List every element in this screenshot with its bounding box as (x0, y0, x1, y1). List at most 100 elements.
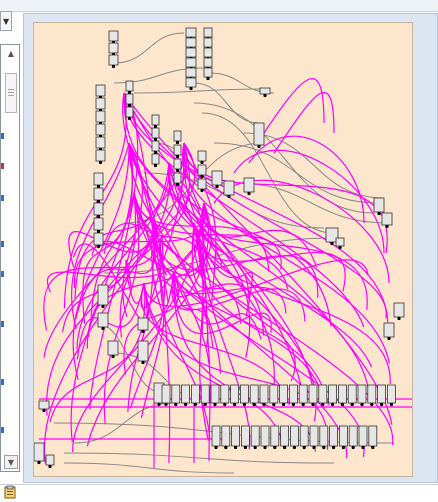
node-port (206, 76, 210, 81)
graph-node (185, 47, 197, 58)
graph-node (45, 454, 55, 466)
graph-node (197, 178, 207, 190)
graph-node (357, 384, 367, 404)
node-port (174, 402, 178, 407)
node-port (223, 402, 227, 407)
graph-node (93, 172, 104, 186)
graph-node (367, 384, 377, 404)
node-port (292, 445, 296, 450)
node-port (322, 445, 326, 450)
node-port (312, 445, 316, 450)
graph-node (230, 384, 240, 404)
node-port (200, 188, 204, 193)
graph-node (203, 37, 213, 48)
node-port (141, 360, 145, 365)
graph-node (298, 384, 308, 404)
panel-marker (1, 241, 4, 247)
graph-node (95, 149, 106, 162)
graph-node (125, 93, 134, 105)
graph-node (203, 67, 213, 78)
graph-node (335, 237, 345, 247)
graph-node (185, 57, 197, 68)
graph-node (200, 384, 210, 404)
node-port (387, 336, 391, 341)
graph-node (259, 87, 271, 95)
graph-node (173, 130, 182, 142)
clipboard-icon[interactable] (3, 485, 17, 499)
node-port (397, 316, 401, 321)
node-port (253, 445, 257, 450)
wire-secondary (63, 462, 235, 474)
node-port (330, 241, 334, 246)
graph-node (151, 114, 160, 126)
graph-node (279, 384, 289, 404)
node-port (227, 194, 231, 199)
node-port (111, 64, 116, 69)
node-port (331, 402, 335, 407)
node-port (157, 402, 161, 407)
node-port (234, 445, 238, 450)
node-port (338, 245, 342, 250)
node-port (360, 402, 364, 407)
graph-node (173, 158, 182, 170)
wire-secondary (193, 102, 375, 214)
graph-node (95, 110, 106, 123)
scrollbar-thumb[interactable] (5, 73, 17, 113)
graph-node (249, 384, 259, 404)
node-port (193, 402, 197, 407)
graph-node (210, 384, 220, 404)
graph-node (260, 425, 270, 447)
graph-node (373, 197, 385, 213)
panel-marker (1, 163, 4, 169)
graph-node (348, 425, 358, 447)
node-graph-canvas[interactable] (33, 22, 413, 477)
view-dropdown[interactable]: ▼ (0, 11, 12, 31)
node-port (283, 445, 287, 450)
node-port (96, 244, 101, 249)
left-side-panel: ▲ ▼ (0, 44, 20, 472)
node-port (243, 445, 247, 450)
node-port (101, 326, 105, 331)
node-port (184, 402, 188, 407)
node-port (48, 464, 52, 469)
scroll-down-button[interactable]: ▼ (4, 455, 18, 469)
panel-marker (1, 427, 4, 433)
node-port (341, 445, 345, 450)
node-port (175, 140, 180, 145)
graph-node (231, 425, 241, 447)
node-port (203, 402, 207, 407)
graph-node (299, 425, 309, 447)
graph-node (377, 384, 387, 404)
graph-node (239, 384, 249, 404)
graph-node (151, 127, 160, 139)
top-toolbar (0, 0, 438, 12)
graph-node (270, 425, 280, 447)
node-port (282, 402, 286, 407)
node-port (242, 402, 246, 407)
node-port (257, 144, 261, 149)
graph-node (107, 340, 119, 356)
graph-node (185, 67, 197, 78)
graph-node (125, 80, 134, 92)
node-port (311, 402, 315, 407)
graph-node (34, 442, 45, 462)
graph-node (185, 27, 197, 38)
graph-node (240, 425, 250, 447)
graph-node (137, 317, 149, 331)
status-bar (0, 484, 438, 502)
node-port (340, 402, 344, 407)
node-port (189, 86, 193, 91)
panel-marker (1, 321, 4, 327)
graph-node (308, 384, 318, 404)
wire-secondary (243, 132, 385, 199)
graph-node (93, 202, 104, 216)
scroll-up-button[interactable]: ▲ (4, 47, 18, 61)
graph-node (329, 425, 339, 447)
graph-node (393, 302, 405, 318)
graph-node (108, 30, 119, 42)
panel-marker (1, 379, 4, 385)
wire-secondary (63, 452, 335, 464)
node-port (377, 211, 381, 216)
node-port (273, 445, 277, 450)
graph-node (253, 122, 265, 146)
